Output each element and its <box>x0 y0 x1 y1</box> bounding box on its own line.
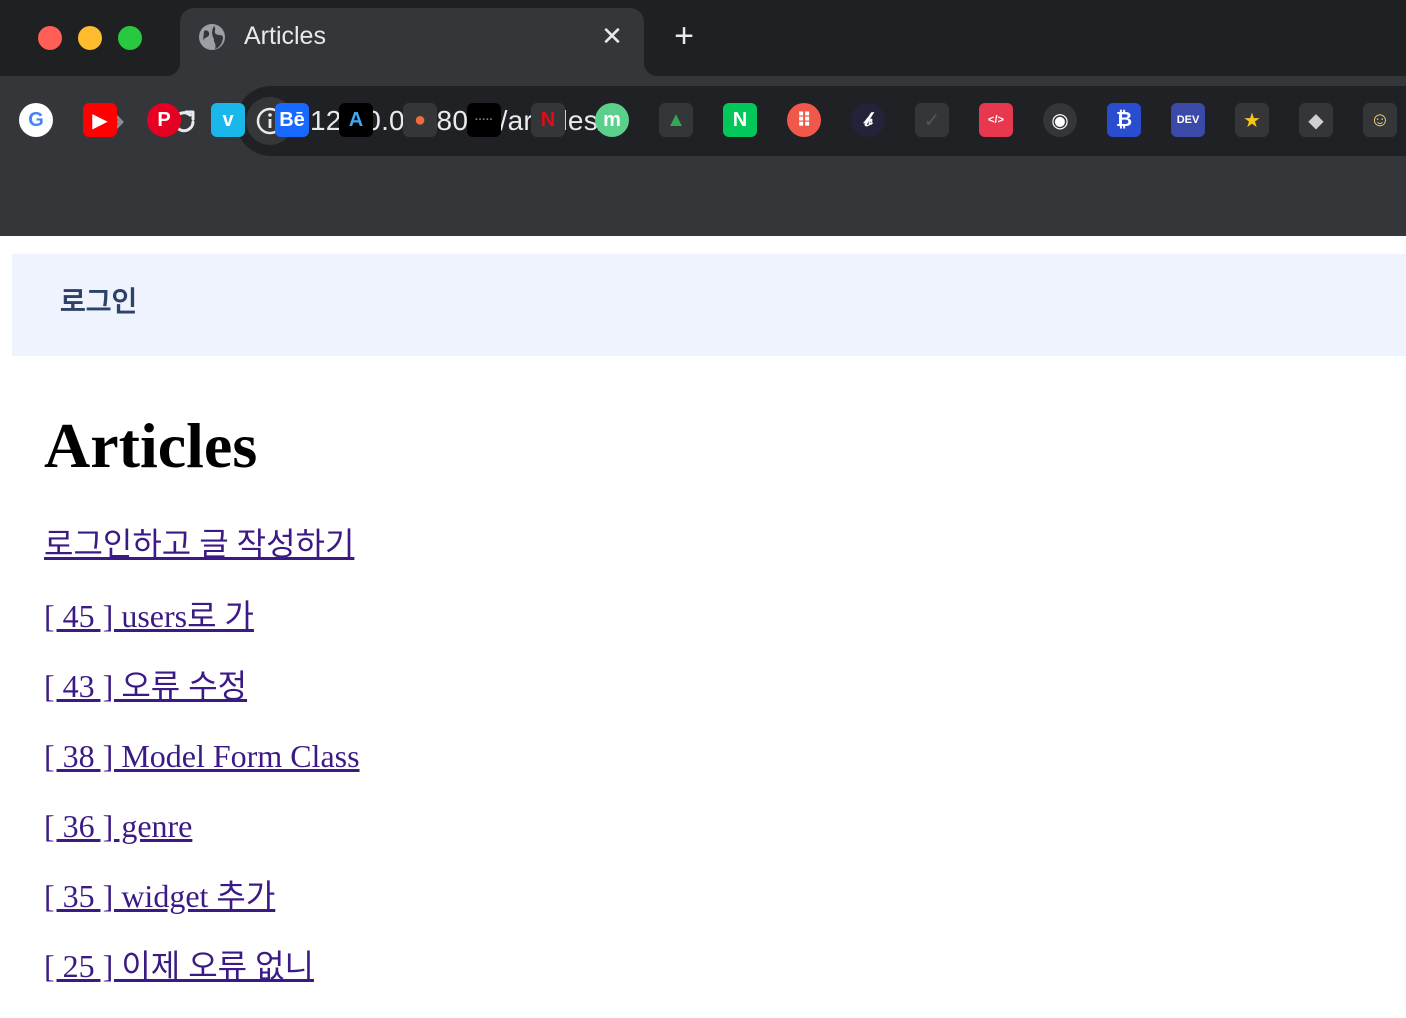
minimize-window-button[interactable] <box>78 26 102 50</box>
bookmark-netflix-icon[interactable]: N <box>531 103 565 137</box>
globe-icon <box>198 23 226 51</box>
bookmark-blue-app-icon[interactable]: ₿ <box>1107 103 1141 137</box>
bookmark-avatar-app-icon[interactable]: ☺ <box>1363 103 1397 137</box>
bookmark-google-icon[interactable]: G <box>19 103 53 137</box>
article-link[interactable]: [ 36 ] genre <box>44 806 192 846</box>
maximize-window-button[interactable] <box>118 26 142 50</box>
top-nav: 로그인 <box>12 254 1406 356</box>
article-link[interactable]: [ 35 ] widget 추가 <box>44 876 275 916</box>
article-link[interactable]: [ 43 ] 오류 수정 <box>44 666 247 706</box>
close-window-button[interactable] <box>38 26 62 50</box>
tab-strip: Articles ✕ + <box>0 0 1406 76</box>
bookmark-black-app-icon[interactable]: ····· <box>467 103 501 137</box>
write-article-link[interactable]: 로그인하고 글 작성하기 <box>44 524 354 564</box>
bookmark-pen-app-icon[interactable]: 𝒷 <box>851 103 885 137</box>
bookmark-m-app-icon[interactable]: m <box>595 103 629 137</box>
bookmark-orange-app-icon[interactable]: ● <box>403 103 437 137</box>
browser-toolbar: 127.0.0.1:8000/articles/ <box>0 76 1406 236</box>
bookmark-dev-to-icon[interactable]: DEV <box>1171 103 1205 137</box>
bookmark-google-drive-icon[interactable]: ▲ <box>659 103 693 137</box>
bookmark-code-heart-app-icon[interactable]: </> <box>979 103 1013 137</box>
bookmark-star-icon[interactable]: ★ <box>1235 103 1269 137</box>
tab-title: Articles <box>244 22 326 50</box>
close-tab-icon[interactable]: ✕ <box>600 23 624 49</box>
article-link[interactable]: [ 25 ] 이제 오류 없니 <box>44 946 314 986</box>
login-link[interactable]: 로그인 <box>60 284 137 320</box>
bookmark-check-app-icon[interactable]: ✓ <box>915 103 949 137</box>
bookmark-vimeo-icon[interactable]: v <box>211 103 245 137</box>
bookmark-pinterest-icon[interactable]: P <box>147 103 181 137</box>
bookmark-naver-icon[interactable]: N <box>723 103 757 137</box>
bookmark-youtube-icon[interactable]: ▶ <box>83 103 117 137</box>
tab-articles[interactable]: Articles ✕ <box>166 8 658 76</box>
bookmark-behance-icon[interactable]: Bē <box>275 103 309 137</box>
bookmark-font-app-icon[interactable]: A <box>339 103 373 137</box>
bookmark-tag-app-icon[interactable]: ◆ <box>1299 103 1333 137</box>
page-title: Articles <box>44 410 258 481</box>
new-tab-button[interactable]: + <box>668 18 700 54</box>
bookmark-red-dots-app-icon[interactable]: ⠿ <box>787 103 821 137</box>
article-link[interactable]: [ 38 ] Model Form Class <box>44 736 360 776</box>
bookmark-github-icon[interactable]: ◉ <box>1043 103 1077 137</box>
article-link[interactable]: [ 45 ] users로 가 <box>44 596 254 636</box>
